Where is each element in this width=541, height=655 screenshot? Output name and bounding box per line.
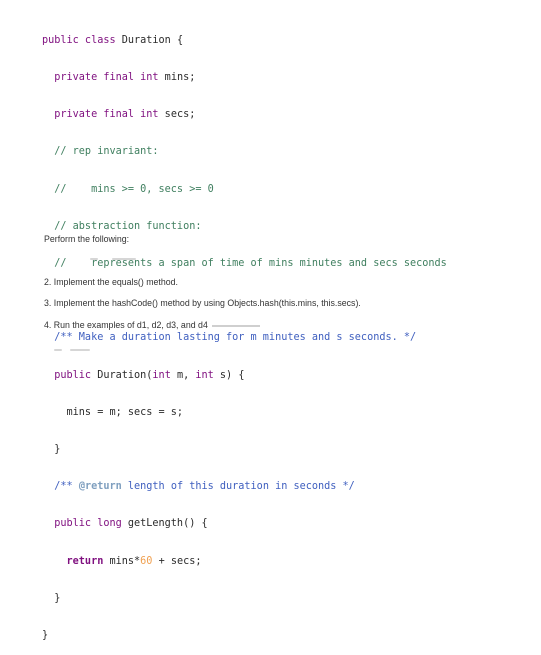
obscured-text bbox=[211, 324, 260, 327]
instruction-item-4-text: 4. Run the examples of d1, d2, d3, and d… bbox=[44, 320, 208, 330]
obscured-text bbox=[54, 349, 62, 351]
code-line-field-mins: private final int mins; bbox=[42, 72, 447, 84]
code-text: mins; bbox=[158, 72, 196, 84]
code-text: mins* bbox=[103, 555, 141, 567]
code-line-class-decl: public class Duration { bbox=[42, 35, 447, 47]
code-comment-invariant-detail: // mins >= 0, secs >= 0 bbox=[42, 183, 214, 195]
keyword: public class bbox=[42, 34, 116, 46]
javadoc-tag: @return bbox=[78, 481, 122, 493]
instruction-item-2: 2. Implement the equals() method. bbox=[44, 277, 178, 287]
code-line-getlength: public long getLength() { bbox=[42, 518, 447, 530]
code-text: + secs; bbox=[152, 555, 202, 567]
obscured-text bbox=[112, 258, 136, 260]
code-comment-rep-invariant: // rep invariant: bbox=[42, 146, 159, 158]
code-text: Duration( bbox=[91, 369, 153, 381]
code-comment-abstraction: // abstraction function: bbox=[42, 220, 202, 232]
code-text: Duration { bbox=[115, 34, 184, 46]
code-text: /** bbox=[42, 481, 79, 493]
code-text: length of this duration in seconds */ bbox=[121, 481, 355, 493]
code-javadoc-getlength: /** @return length of this duration in s… bbox=[42, 481, 447, 493]
keyword: return bbox=[42, 555, 104, 567]
code-line-close-brace: } bbox=[42, 592, 61, 604]
number-literal: 60 bbox=[140, 555, 153, 567]
instruction-item-4: 4. Run the examples of d1, d2, d3, and d… bbox=[44, 320, 260, 330]
code-text: getLength() { bbox=[121, 518, 208, 530]
keyword: private final int bbox=[42, 72, 159, 84]
keyword: int bbox=[195, 369, 214, 381]
code-listing: public class Duration { private final in… bbox=[42, 10, 447, 655]
keyword: private final int bbox=[42, 109, 159, 121]
code-line-constructor: public Duration(int m, int s) { bbox=[42, 370, 447, 382]
code-line-class-close: } bbox=[42, 630, 49, 642]
code-text: m, bbox=[170, 369, 196, 381]
instructions-heading: Perform the following: bbox=[44, 234, 130, 244]
code-line-return: return mins*60 + secs; bbox=[42, 556, 447, 568]
instruction-item-3: 3. Implement the hashCode() method by us… bbox=[44, 298, 361, 308]
keyword: public bbox=[42, 369, 92, 381]
obscured-text bbox=[70, 349, 90, 351]
code-text: s) { bbox=[213, 369, 245, 381]
code-comment-abstraction-detail: // represents a span of time of mins min… bbox=[42, 258, 447, 270]
obscured-text bbox=[90, 258, 98, 260]
keyword: public long bbox=[42, 518, 122, 530]
keyword: int bbox=[152, 369, 171, 381]
code-javadoc-constructor: /** Make a duration lasting for m minute… bbox=[42, 332, 417, 344]
code-text: secs; bbox=[158, 109, 196, 121]
code-line-constructor-body: mins = m; secs = s; bbox=[42, 406, 184, 418]
code-line-field-secs: private final int secs; bbox=[42, 109, 447, 121]
code-line-close-brace: } bbox=[42, 444, 61, 456]
